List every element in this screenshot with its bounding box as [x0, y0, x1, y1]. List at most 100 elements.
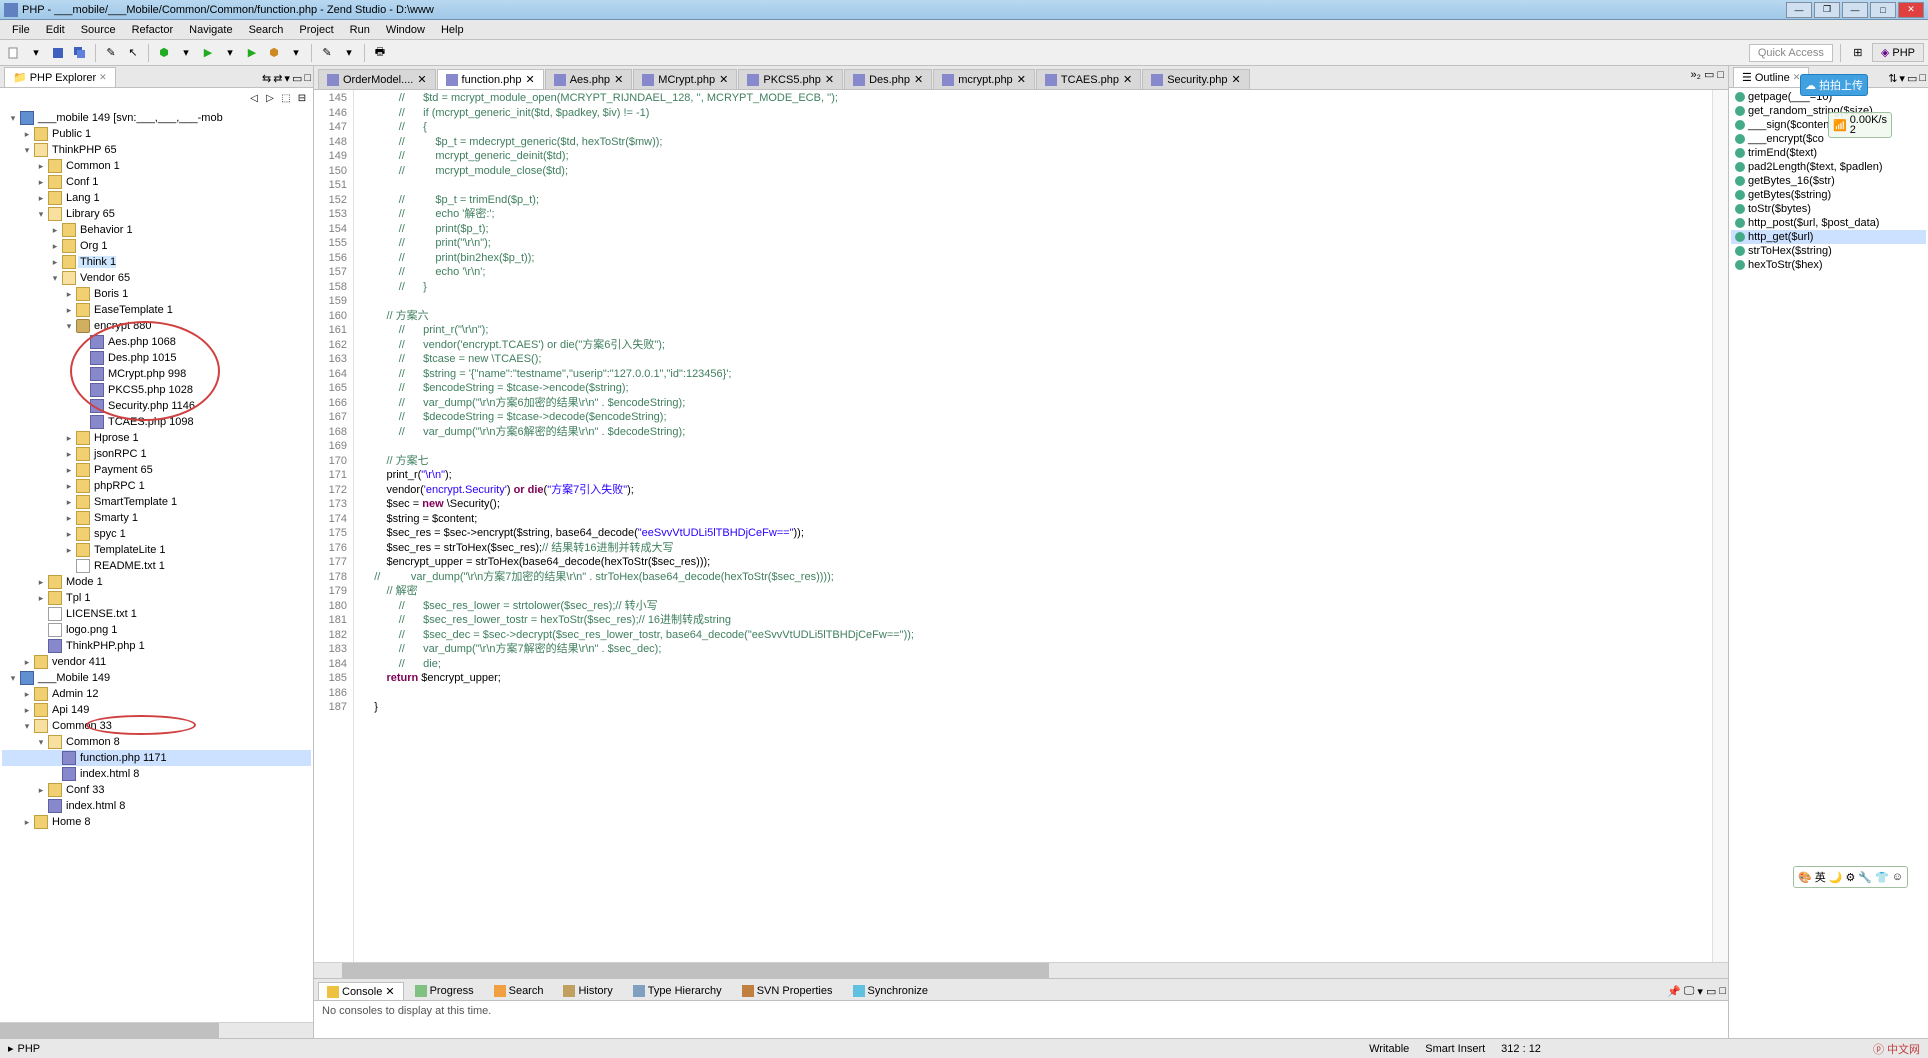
- bottom-tab-search[interactable]: Search: [485, 982, 553, 1000]
- outline-item[interactable]: http_post($url, $post_data): [1731, 216, 1926, 230]
- twisty-icon[interactable]: ▸: [34, 577, 48, 588]
- twisty-icon[interactable]: ▸: [34, 593, 48, 604]
- editor-hscroll[interactable]: [314, 962, 1728, 978]
- editor-tab[interactable]: PKCS5.php✕: [738, 69, 843, 89]
- outline-max-icon[interactable]: □: [1919, 72, 1926, 85]
- menu-help[interactable]: Help: [433, 22, 472, 38]
- tab-overflow[interactable]: »₂: [1691, 69, 1701, 81]
- twisty-icon[interactable]: ▾: [20, 145, 34, 156]
- close-icon[interactable]: ✕: [1123, 73, 1132, 86]
- tree-node[interactable]: function.php 1171: [2, 750, 311, 766]
- twisty-icon[interactable]: ▸: [62, 481, 76, 492]
- editor-tab[interactable]: mcrypt.php✕: [933, 69, 1035, 89]
- twisty-icon[interactable]: ▸: [62, 513, 76, 524]
- close-icon[interactable]: ✕: [525, 73, 534, 86]
- minimize-icon[interactable]: ▭: [292, 72, 302, 85]
- tree-node[interactable]: ▸phpRPC 1: [2, 478, 311, 494]
- tree-node[interactable]: ▸Lang 1: [2, 190, 311, 206]
- close-icon[interactable]: ✕: [417, 73, 426, 86]
- close-icon[interactable]: ✕: [1017, 73, 1026, 86]
- menu-source[interactable]: Source: [73, 22, 124, 38]
- tree-node[interactable]: ▸Think 1: [2, 254, 311, 270]
- new-dropdown[interactable]: ▾: [26, 43, 46, 63]
- restore-button[interactable]: ❐: [1814, 2, 1840, 18]
- twisty-icon[interactable]: ▸: [48, 225, 62, 236]
- bottom-tab-history[interactable]: History: [554, 982, 621, 1000]
- tree-node[interactable]: ▸Tpl 1: [2, 590, 311, 606]
- run-dropdown[interactable]: ▾: [220, 43, 240, 63]
- tree-node[interactable]: ▸Admin 12: [2, 686, 311, 702]
- run-button[interactable]: ▶: [198, 43, 218, 63]
- outline-list[interactable]: getpage(___=10)get_random_string($size)_…: [1729, 88, 1928, 1038]
- tree-node[interactable]: ▸Org 1: [2, 238, 311, 254]
- tree-node[interactable]: ▾Vendor 65: [2, 270, 311, 286]
- editor-tab[interactable]: Des.php✕: [844, 69, 932, 89]
- twisty-icon[interactable]: ▸: [62, 545, 76, 556]
- twisty-icon[interactable]: ▸: [34, 161, 48, 172]
- link-editor-icon[interactable]: ⇄: [273, 72, 282, 85]
- minimize-button[interactable]: —: [1786, 2, 1812, 18]
- tree-node[interactable]: MCrypt.php 998: [2, 366, 311, 382]
- outline-item[interactable]: toStr($bytes): [1731, 202, 1926, 216]
- tree-node[interactable]: ▸Behavior 1: [2, 222, 311, 238]
- twisty-icon[interactable]: ▸: [20, 705, 34, 716]
- editor-tab[interactable]: OrderModel....✕: [318, 69, 436, 89]
- outline-tab[interactable]: ☰ Outline ✕: [1733, 67, 1809, 87]
- console-display-icon[interactable]: 🖵: [1684, 985, 1695, 998]
- quick-access[interactable]: Quick Access: [1749, 44, 1833, 62]
- tree-node[interactable]: PKCS5.php 1028: [2, 382, 311, 398]
- tree-node[interactable]: ▸Conf 1: [2, 174, 311, 190]
- twisty-icon[interactable]: ▸: [34, 177, 48, 188]
- highlight-dropdown[interactable]: ▾: [339, 43, 359, 63]
- close-icon[interactable]: ✕: [914, 73, 923, 86]
- bottom-tab-svn-properties[interactable]: SVN Properties: [733, 982, 842, 1000]
- upload-widget[interactable]: ☁ 拍拍上传: [1800, 74, 1868, 96]
- console-max-icon[interactable]: □: [1719, 985, 1726, 998]
- tree-node[interactable]: LICENSE.txt 1: [2, 606, 311, 622]
- highlight-button[interactable]: ✎: [317, 43, 337, 63]
- menu-edit[interactable]: Edit: [38, 22, 73, 38]
- tree-node[interactable]: ▸Common 1: [2, 158, 311, 174]
- twisty-icon[interactable]: ▸: [34, 785, 48, 796]
- tree-node[interactable]: ▾Common 8: [2, 734, 311, 750]
- close-icon[interactable]: ✕: [719, 73, 728, 86]
- tree-node[interactable]: ▾ThinkPHP 65: [2, 142, 311, 158]
- twisty-icon[interactable]: ▸: [20, 129, 34, 140]
- menu-search[interactable]: Search: [241, 22, 292, 38]
- close-icon[interactable]: ✕: [385, 985, 394, 998]
- menu-navigate[interactable]: Navigate: [181, 22, 240, 38]
- twisty-icon[interactable]: ▸: [62, 433, 76, 444]
- menu-run[interactable]: Run: [342, 22, 378, 38]
- maximize-icon[interactable]: □: [304, 72, 311, 85]
- console-pin-icon[interactable]: 📌: [1667, 985, 1681, 998]
- tree-node[interactable]: ▸Public 1: [2, 126, 311, 142]
- tree-node[interactable]: ▸TemplateLite 1: [2, 542, 311, 558]
- open-perspective-button[interactable]: ⊞: [1848, 43, 1868, 63]
- tree-node[interactable]: ▸Mode 1: [2, 574, 311, 590]
- bottom-tab-progress[interactable]: Progress: [406, 982, 483, 1000]
- php-explorer-tab[interactable]: 📁 PHP Explorer ✕: [4, 67, 116, 87]
- outline-item[interactable]: getBytes_16($str): [1731, 174, 1926, 188]
- twisty-icon[interactable]: ▾: [6, 673, 20, 684]
- editor-maximize-icon[interactable]: □: [1717, 69, 1724, 81]
- tree-node[interactable]: Security.php 1146: [2, 398, 311, 414]
- external-dropdown[interactable]: ▾: [286, 43, 306, 63]
- twisty-icon[interactable]: ▾: [62, 321, 76, 332]
- tree-node[interactable]: ▾Library 65: [2, 206, 311, 222]
- outline-item[interactable]: http_get($url): [1731, 230, 1926, 244]
- tree-node[interactable]: ThinkPHP.php 1: [2, 638, 311, 654]
- minimize2-button[interactable]: —: [1842, 2, 1868, 18]
- close-icon[interactable]: ✕: [614, 73, 623, 86]
- outline-item[interactable]: getBytes($string): [1731, 188, 1926, 202]
- collapse-all-icon[interactable]: ⇆: [262, 72, 271, 85]
- tree-node[interactable]: README.txt 1: [2, 558, 311, 574]
- tree-node[interactable]: ▸Conf 33: [2, 782, 311, 798]
- menu-refactor[interactable]: Refactor: [124, 22, 182, 38]
- twisty-icon[interactable]: ▸: [62, 529, 76, 540]
- menu-window[interactable]: Window: [378, 22, 433, 38]
- outline-item[interactable]: pad2Length($text, $padlen): [1731, 160, 1926, 174]
- twisty-icon[interactable]: ▾: [34, 737, 48, 748]
- outline-item[interactable]: trimEnd($text): [1731, 146, 1926, 160]
- twisty-icon[interactable]: ▸: [48, 241, 62, 252]
- run-last-button[interactable]: ▶: [242, 43, 262, 63]
